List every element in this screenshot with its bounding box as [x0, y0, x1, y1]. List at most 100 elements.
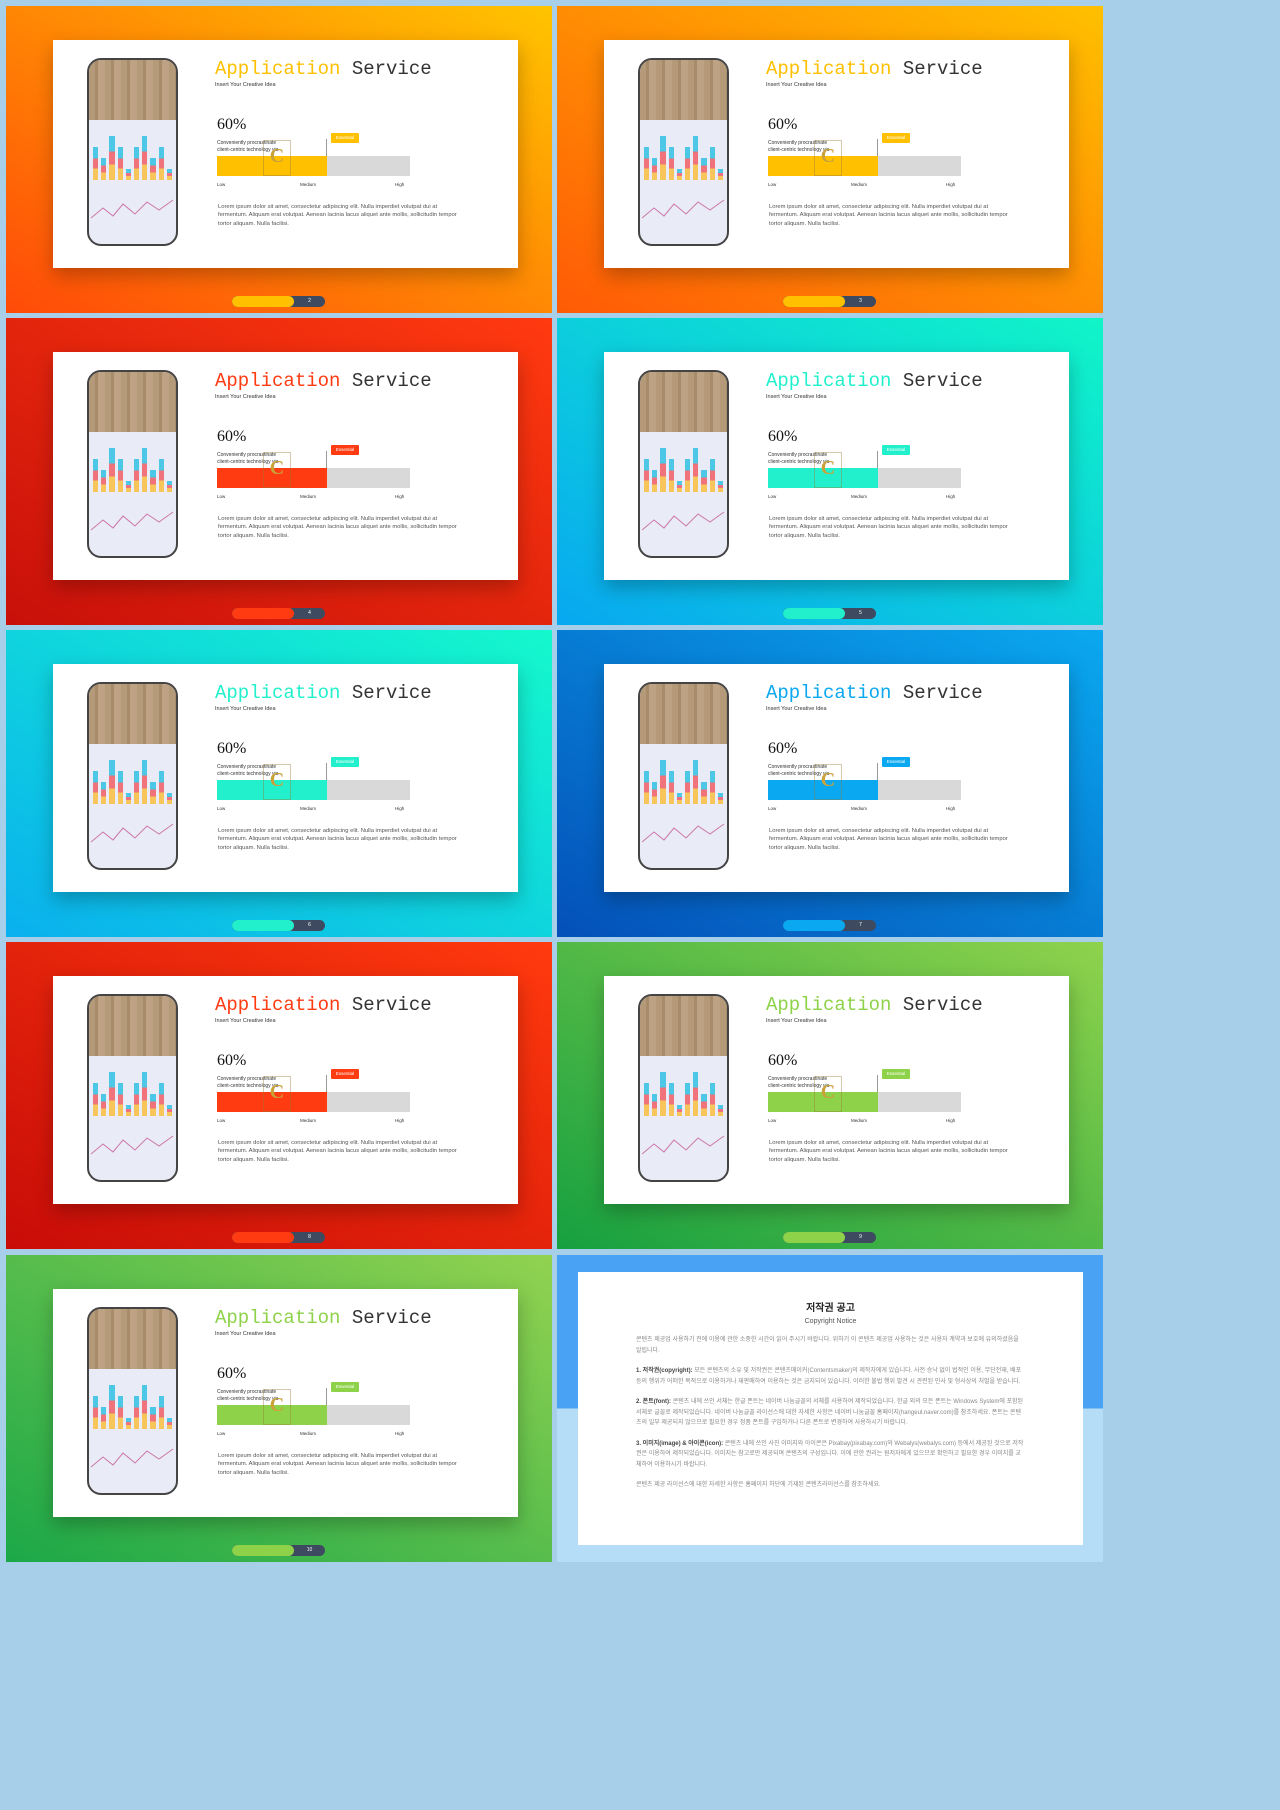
progress-bar: [768, 156, 961, 176]
body-text: Lorem ipsum dolor sit amet, consectetur …: [218, 516, 457, 539]
slide-title: Application Service: [766, 682, 983, 704]
scale-medium-label: Medium: [851, 494, 868, 499]
slide-title: Application Service: [766, 994, 983, 1016]
title-rest: Service: [891, 994, 983, 1016]
slide-card: Application Service Insert Your Creative…: [53, 1289, 518, 1517]
scale-low-label: Low: [217, 806, 226, 811]
phone-image: [638, 58, 729, 246]
scale-low-label: Low: [217, 182, 226, 187]
phone-image: [87, 682, 178, 870]
watermark-logo: C: [263, 1076, 291, 1112]
progress-bar: [217, 1405, 410, 1425]
scale-medium-label: Medium: [851, 806, 868, 811]
slide-title: Application Service: [215, 58, 432, 80]
slide-thumbnail-copyright[interactable]: 저작권 공고 Copyright Notice 콘텐츠 제공업 사용하기 전에 …: [557, 1255, 1103, 1562]
slide-thumbnail[interactable]: Application Service Insert Your Creative…: [557, 942, 1103, 1249]
scale-high-label: High: [946, 806, 956, 811]
body-text: Lorem ipsum dolor sit amet, consectetur …: [769, 828, 1008, 851]
notice-item-copyright: 1. 저작권(copyright): 모든 콘텐츠의 소유 및 저작권은 콘텐츠…: [636, 1366, 1025, 1387]
scale-high-label: High: [395, 1118, 405, 1123]
notice-item-font: 2. 폰트(font): 콘텐츠 내에 쓰인 서체는 한글 폰트는 네이버 나눔…: [636, 1397, 1025, 1429]
progress-bar: [217, 468, 410, 488]
title-accent: Application: [215, 994, 341, 1016]
page-number: 2: [308, 298, 311, 304]
page-indicator: 7: [783, 920, 876, 931]
essential-badge: Essential: [882, 757, 910, 767]
percent-value: 60%: [768, 428, 798, 445]
page-number: 7: [859, 922, 862, 928]
percent-value: 60%: [217, 116, 247, 133]
phone-image: [87, 1307, 178, 1495]
slide-title: Application Service: [215, 682, 432, 704]
copyright-notice-card: 저작권 공고 Copyright Notice 콘텐츠 제공업 사용하기 전에 …: [578, 1272, 1083, 1545]
scale-high-label: High: [395, 1431, 405, 1436]
page-number: 8: [308, 1234, 311, 1240]
page-number: 4: [308, 610, 311, 616]
slide-title: Application Service: [766, 370, 983, 392]
marker-pin: [877, 139, 878, 156]
scale-medium-label: Medium: [851, 182, 868, 187]
page-indicator: 3: [783, 296, 876, 307]
slide-title: Application Service: [766, 58, 983, 80]
slide-thumbnail[interactable]: Application Service Insert Your Creative…: [557, 318, 1103, 625]
slide-thumbnail[interactable]: Application Service Insert Your Creative…: [6, 1255, 552, 1562]
marker-pin: [326, 139, 327, 156]
slide-thumbnail[interactable]: Application Service Insert Your Creative…: [6, 318, 552, 625]
title-rest: Service: [891, 370, 983, 392]
page-indicator: 6: [232, 920, 325, 931]
scale-low-label: Low: [768, 1118, 777, 1123]
scale-low-label: Low: [217, 1118, 226, 1123]
marker-pin: [326, 1388, 327, 1405]
progress-bar: [768, 468, 961, 488]
title-rest: Service: [340, 370, 432, 392]
slide-card: Application Service Insert Your Creative…: [53, 352, 518, 580]
marker-pin: [877, 1075, 878, 1092]
slide-subtitle: Insert Your Creative Idea: [215, 82, 276, 88]
slide-subtitle: Insert Your Creative Idea: [215, 394, 276, 400]
scale-high-label: High: [395, 182, 405, 187]
scale-medium-label: Medium: [300, 494, 317, 499]
scale-low-label: Low: [768, 494, 777, 499]
title-accent: Application: [766, 58, 892, 80]
essential-badge: Essential: [331, 133, 359, 143]
page-number: 10: [306, 1547, 313, 1553]
progress-bar: [768, 1092, 961, 1112]
watermark-logo: C: [814, 140, 842, 176]
body-text: Lorem ipsum dolor sit amet, consectetur …: [218, 204, 457, 227]
marker-pin: [326, 1075, 327, 1092]
scale-high-label: High: [946, 182, 956, 187]
percent-value: 60%: [217, 1365, 247, 1382]
slide-subtitle: Insert Your Creative Idea: [766, 394, 827, 400]
body-text: Lorem ipsum dolor sit amet, consectetur …: [218, 828, 457, 851]
page-number: 9: [859, 1234, 862, 1240]
slide-thumbnail[interactable]: Application Service Insert Your Creative…: [557, 6, 1103, 313]
title-rest: Service: [340, 1307, 432, 1329]
percent-value: 60%: [217, 1052, 247, 1069]
slide-thumbnail[interactable]: Application Service Insert Your Creative…: [557, 630, 1103, 937]
slide-card: Application Service Insert Your Creative…: [604, 976, 1069, 1204]
percent-value: 60%: [768, 1052, 798, 1069]
phone-image: [638, 994, 729, 1182]
slide-thumbnail[interactable]: Application Service Insert Your Creative…: [6, 6, 552, 313]
progress-bar: [217, 1092, 410, 1112]
title-accent: Application: [766, 370, 892, 392]
slide-thumbnail[interactable]: Application Service Insert Your Creative…: [6, 630, 552, 937]
phone-image: [87, 58, 178, 246]
slide-card: Application Service Insert Your Creative…: [604, 664, 1069, 892]
phone-image: [638, 682, 729, 870]
notice-item-image: 3. 이미지(image) & 아이콘(icon): 콘텐츠 내에 쓰인 사진 …: [636, 1439, 1025, 1471]
notice-item-text: 콘텐츠 내에 쓰인 서체는 한글 폰트는 네이버 나눔글꼴의 서체를 사용하여 …: [636, 1399, 1024, 1426]
body-text: Lorem ipsum dolor sit amet, consectetur …: [769, 516, 1008, 539]
scale-high-label: High: [395, 494, 405, 499]
notice-item-head: 2. 폰트(font):: [636, 1399, 672, 1405]
title-accent: Application: [766, 994, 892, 1016]
essential-badge: Essential: [331, 757, 359, 767]
page-indicator: 9: [783, 1232, 876, 1243]
slide-subtitle: Insert Your Creative Idea: [766, 706, 827, 712]
slide-title: Application Service: [215, 994, 432, 1016]
notice-title: 저작권 공고: [806, 1303, 855, 1314]
page-indicator: 4: [232, 608, 325, 619]
slide-thumbnail[interactable]: Application Service Insert Your Creative…: [6, 942, 552, 1249]
page-number: 6: [308, 922, 311, 928]
slide-card: Application Service Insert Your Creative…: [53, 664, 518, 892]
